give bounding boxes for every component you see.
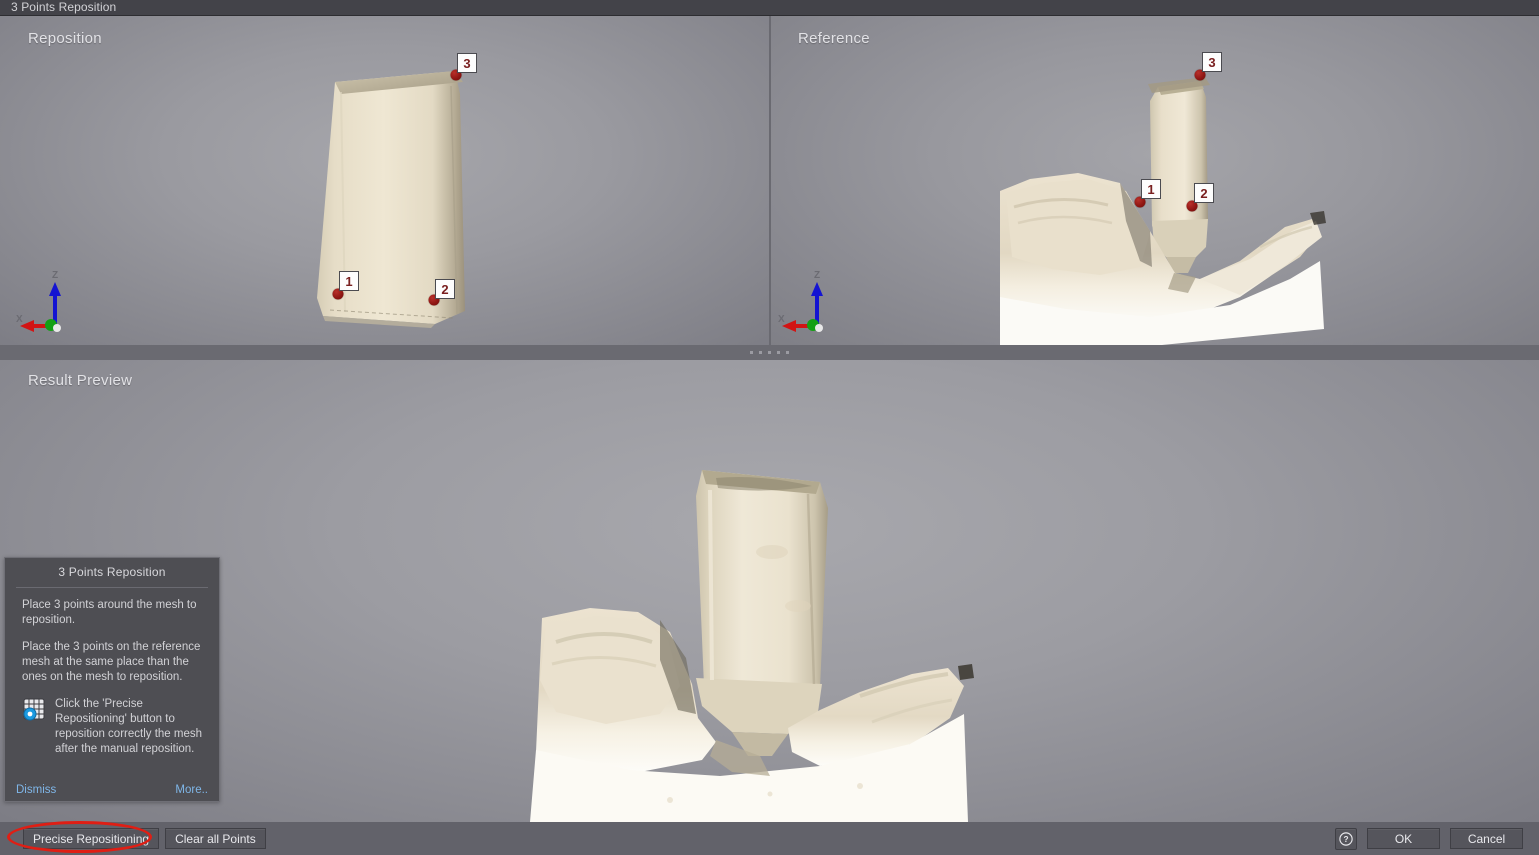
help-panel-footer: Dismiss More..: [5, 784, 219, 796]
mesh-scanbody-reposition: [317, 71, 465, 328]
splitter-dot: [750, 351, 753, 354]
splitter-dot: [786, 351, 789, 354]
clear-all-points-button[interactable]: Clear all Points: [165, 828, 266, 849]
axis-label-z: Z: [814, 270, 821, 281]
mesh-jaw-reference: [1000, 77, 1326, 345]
viewport-label-result-preview: Result Preview: [28, 372, 133, 389]
mesh-grid-icon: [22, 697, 46, 726]
help-paragraph-1: Place 3 points around the mesh to reposi…: [22, 599, 197, 626]
splitter-dot: [768, 351, 771, 354]
cancel-button[interactable]: Cancel: [1450, 828, 1523, 849]
help-tip-panel: 3 Points Reposition Place 3 points aroun…: [4, 557, 220, 802]
question-mark-icon[interactable]: ?: [1335, 827, 1357, 850]
splitter-dot: [759, 351, 762, 354]
axis-label-x: X: [778, 314, 785, 325]
window-titlebar: 3 Points Reposition: [0, 0, 1539, 16]
viewport-splitter-horizontal[interactable]: [0, 345, 1539, 360]
help-panel-body: Place 3 points around the mesh to reposi…: [5, 598, 219, 757]
viewport-label-reposition: Reposition: [28, 30, 102, 47]
viewport-splitter-vertical[interactable]: [769, 16, 771, 345]
axis-label-z: Z: [52, 270, 59, 281]
viewport-reposition[interactable]: Reposition Z X: [0, 16, 770, 345]
bottom-toolbar-left-group: Precise Repositioning Clear all Points: [0, 828, 266, 849]
svg-text:?: ?: [1343, 834, 1348, 844]
help-tip-row: Click the 'Precise Repositioning' button…: [22, 697, 202, 757]
bottom-toolbar: Precise Repositioning Clear all Points ?…: [0, 822, 1539, 855]
application-window: 3 Points Reposition Reposition Z X Refer…: [0, 0, 1539, 855]
axis-gizmo-reference: Z X: [778, 270, 840, 336]
precise-repositioning-button[interactable]: Precise Repositioning: [23, 828, 160, 849]
mesh-jaw-result-preview: [530, 470, 974, 822]
point-marker-label-1[interactable]: 1: [339, 271, 359, 291]
help-tip-text: Click the 'Precise Repositioning' button…: [55, 698, 203, 755]
axis-gizmo-reposition: Z X: [16, 270, 78, 336]
help-paragraph-2: Place the 3 points on the reference mesh…: [22, 641, 201, 683]
point-marker-label-3[interactable]: 3: [457, 53, 477, 73]
ref-point-marker-label-2[interactable]: 2: [1194, 183, 1214, 203]
bottom-toolbar-right-group: ? OK Cancel: [1335, 827, 1539, 850]
help-panel-divider: [16, 587, 208, 588]
viewport-result-preview[interactable]: Result Preview: [0, 360, 1539, 822]
axis-label-x: X: [16, 314, 23, 325]
splitter-dot: [777, 351, 780, 354]
dismiss-link[interactable]: Dismiss: [16, 784, 56, 796]
ref-point-marker-label-1[interactable]: 1: [1141, 179, 1161, 199]
point-marker-label-2[interactable]: 2: [435, 279, 455, 299]
help-panel-title: 3 Points Reposition: [58, 565, 166, 579]
viewport-label-reference: Reference: [798, 30, 870, 47]
ref-point-marker-label-3[interactable]: 3: [1202, 52, 1222, 72]
window-title: 3 Points Reposition: [11, 0, 117, 14]
ok-button[interactable]: OK: [1367, 828, 1440, 849]
more-link[interactable]: More..: [175, 784, 208, 796]
